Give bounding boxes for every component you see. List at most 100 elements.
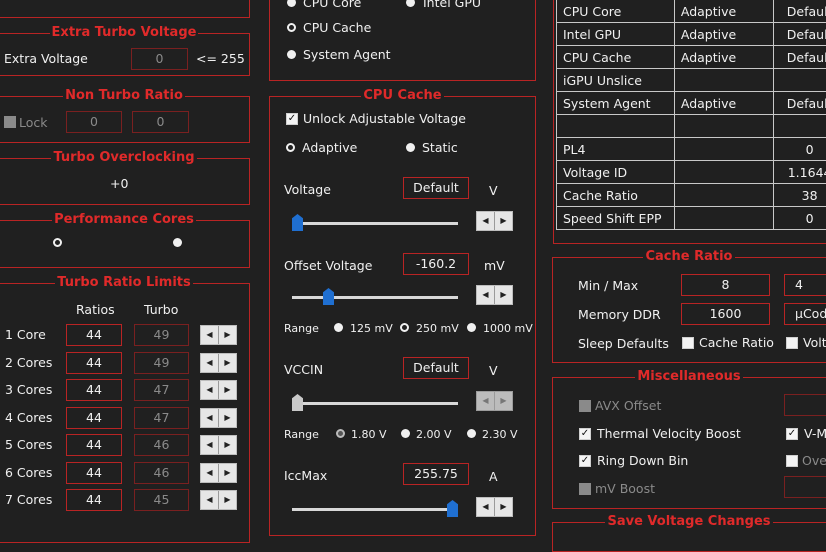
- offset-voltage-slider-thumb[interactable]: [323, 288, 334, 305]
- vccin-input[interactable]: Default: [403, 357, 469, 379]
- lock-checkbox[interactable]: [4, 116, 16, 128]
- ratio-input[interactable]: 44: [66, 352, 122, 374]
- over-checkbox[interactable]: [786, 455, 798, 467]
- performance-cores-radio-1[interactable]: [53, 238, 62, 247]
- range-180v-radio[interactable]: [336, 429, 345, 438]
- vccin-stepper[interactable]: ◀▶: [476, 391, 513, 411]
- right-arrow-icon[interactable]: ▶: [219, 381, 236, 399]
- turbo-input[interactable]: 49: [134, 324, 189, 346]
- table-cell-name: CPU Cache: [557, 46, 675, 69]
- right-arrow-icon[interactable]: ▶: [219, 464, 236, 482]
- right-arrow-icon[interactable]: ▶: [219, 436, 236, 454]
- iccmax-slider-thumb[interactable]: [447, 500, 458, 517]
- offset-voltage-stepper[interactable]: ◀▶: [476, 285, 513, 305]
- mv-boost-checkbox[interactable]: [579, 483, 591, 495]
- ratio-stepper[interactable]: ◀▶: [200, 408, 237, 428]
- range-250mv-radio[interactable]: [400, 323, 409, 332]
- ratio-input[interactable]: 44: [66, 379, 122, 401]
- intel-gpu-radio[interactable]: [406, 0, 415, 7]
- table-cell-value: [774, 115, 826, 138]
- iccmax-stepper[interactable]: ◀▶: [476, 497, 513, 517]
- ring-down-bin-checkbox[interactable]: ✓: [579, 455, 591, 467]
- static-radio[interactable]: [406, 143, 415, 152]
- memory-ddr-input[interactable]: 1600: [681, 303, 770, 325]
- turbo-input[interactable]: 47: [134, 407, 189, 429]
- ratio-stepper[interactable]: ◀▶: [200, 380, 237, 400]
- thermal-velocity-boost-checkbox[interactable]: ✓: [579, 428, 591, 440]
- ratio-input[interactable]: 44: [66, 462, 122, 484]
- range-1000mv-radio[interactable]: [467, 323, 476, 332]
- non-turbo-ratio-input-2[interactable]: 0: [132, 111, 189, 133]
- volt-checkbox[interactable]: [786, 337, 798, 349]
- iccmax-input[interactable]: 255.75: [403, 463, 469, 485]
- unlock-voltage-checkbox[interactable]: ✓: [286, 113, 298, 125]
- core-count-label: 5 Cores: [5, 437, 52, 453]
- ratio-stepper[interactable]: ◀▶: [200, 325, 237, 345]
- offset-voltage-input[interactable]: -160.2: [403, 253, 469, 275]
- turbo-input[interactable]: 45: [134, 489, 189, 511]
- avx-offset-checkbox[interactable]: [579, 400, 591, 412]
- left-arrow-icon[interactable]: ◀: [477, 392, 495, 410]
- ratio-input[interactable]: 44: [66, 324, 122, 346]
- performance-cores-radio-2[interactable]: [173, 238, 182, 247]
- ratio-stepper[interactable]: ◀▶: [200, 435, 237, 455]
- range-125mv-radio[interactable]: [334, 323, 343, 332]
- ratio-stepper[interactable]: ◀▶: [200, 463, 237, 483]
- extra-voltage-input[interactable]: 0: [131, 48, 188, 70]
- turbo-column-header: Turbo: [144, 302, 178, 318]
- voltage-slider-thumb[interactable]: [292, 214, 303, 231]
- left-arrow-icon[interactable]: ◀: [201, 464, 219, 482]
- table-row: Intel GPUAdaptiveDefault: [557, 23, 826, 46]
- offset-voltage-slider-track: [292, 296, 458, 299]
- vccin-slider-thumb[interactable]: [292, 394, 303, 411]
- right-arrow-icon[interactable]: ▶: [495, 498, 512, 516]
- right-arrow-icon[interactable]: ▶: [219, 326, 236, 344]
- system-agent-radio[interactable]: [287, 50, 296, 59]
- right-arrow-icon[interactable]: ▶: [495, 392, 512, 410]
- table-cell-mode: [674, 161, 773, 184]
- turbo-input[interactable]: 47: [134, 379, 189, 401]
- cpu-core-radio[interactable]: [287, 0, 296, 7]
- left-arrow-icon[interactable]: ◀: [201, 381, 219, 399]
- left-arrow-icon[interactable]: ◀: [201, 436, 219, 454]
- left-arrow-icon[interactable]: ◀: [477, 286, 495, 304]
- ratio-input[interactable]: 44: [66, 434, 122, 456]
- cache-ratio-checkbox[interactable]: [682, 337, 694, 349]
- left-arrow-icon[interactable]: ◀: [477, 212, 495, 230]
- cpu-cache-radio[interactable]: [287, 23, 296, 32]
- turbo-input[interactable]: 49: [134, 352, 189, 374]
- left-arrow-icon[interactable]: ◀: [201, 326, 219, 344]
- avx-offset-input[interactable]: [784, 394, 826, 416]
- ratio-stepper[interactable]: ◀▶: [200, 353, 237, 373]
- turbo-input[interactable]: 46: [134, 462, 189, 484]
- cpu-cache-radio-label: CPU Cache: [303, 20, 371, 36]
- right-arrow-icon[interactable]: ▶: [495, 212, 512, 230]
- vm-checkbox[interactable]: ✓: [786, 428, 798, 440]
- cache-ratio-panel: Cache Ratio Min / Max 8 4 Memory DDR 160…: [552, 257, 826, 363]
- range-label-2: Range: [284, 427, 319, 443]
- voltage-stepper[interactable]: ◀▶: [476, 211, 513, 231]
- memory-ddr-label: Memory DDR: [578, 307, 661, 323]
- voltage-input[interactable]: Default: [403, 177, 469, 199]
- cache-ratio-max-input[interactable]: 4: [784, 274, 826, 296]
- right-arrow-icon[interactable]: ▶: [219, 354, 236, 372]
- non-turbo-ratio-input-1[interactable]: 0: [66, 111, 122, 133]
- cache-ratio-min-input[interactable]: 8: [681, 274, 770, 296]
- right-arrow-icon[interactable]: ▶: [495, 286, 512, 304]
- right-arrow-icon[interactable]: ▶: [219, 491, 236, 509]
- mv-boost-input[interactable]: [784, 476, 826, 498]
- range-200v-radio[interactable]: [401, 429, 410, 438]
- range-230v-radio[interactable]: [467, 429, 476, 438]
- left-arrow-icon[interactable]: ◀: [201, 409, 219, 427]
- ratio-input[interactable]: 44: [66, 407, 122, 429]
- left-arrow-icon[interactable]: ◀: [477, 498, 495, 516]
- ucode-input[interactable]: µCod: [784, 303, 826, 325]
- ratio-input[interactable]: 44: [66, 489, 122, 511]
- left-arrow-icon[interactable]: ◀: [201, 354, 219, 372]
- left-arrow-icon[interactable]: ◀: [201, 491, 219, 509]
- right-arrow-icon[interactable]: ▶: [219, 409, 236, 427]
- table-cell-value: Default: [774, 23, 826, 46]
- ratio-stepper[interactable]: ◀▶: [200, 490, 237, 510]
- adaptive-radio[interactable]: [286, 143, 295, 152]
- turbo-input[interactable]: 46: [134, 434, 189, 456]
